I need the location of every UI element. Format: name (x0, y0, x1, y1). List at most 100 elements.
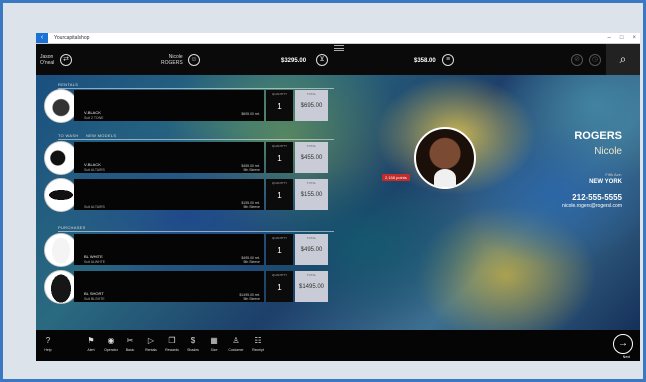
back-button[interactable]: ‹ (36, 33, 48, 43)
product-thumbnail (44, 178, 78, 212)
list-item[interactable]: BL SHORT Suit BLSHTE $1495.00 ret. 5th S… (44, 270, 334, 304)
item-total-box: TOTAL $695.00 (295, 90, 328, 121)
search-button[interactable]: ⌕ (606, 44, 640, 75)
list-item[interactable]: Suit ALTAIRS $155.00 ret. 5th Sleeve QUA… (44, 178, 334, 212)
section-divider (58, 139, 334, 140)
paid-total: $358.00 (414, 58, 436, 64)
product-thumbnail (44, 270, 78, 304)
item-extra: 5th Sleeve (243, 260, 260, 264)
shades-button[interactable]: $ Shades (183, 336, 203, 352)
quantity-label: QUANTITY (271, 92, 288, 96)
total-label: TOTAL (306, 92, 317, 96)
operator-button[interactable]: ◉ Operator (101, 336, 121, 352)
customer-user-icon[interactable]: ☺ (188, 54, 200, 66)
search-icon: ⌕ (619, 52, 627, 66)
item-total: $455.00 (300, 155, 323, 161)
customer-name-top[interactable]: Nicole ROGERS (161, 54, 183, 66)
basic-button[interactable]: ✂ Basic (120, 336, 140, 352)
item-total: $1495.00 (298, 284, 325, 290)
customer-button[interactable]: ♙ Customer (226, 336, 246, 352)
grid-icon: ▦ (210, 336, 218, 345)
main-content: RENTALS V-BLACK Suit 2 TONE $695.00 ret.… (36, 75, 640, 330)
scissors-icon: ✂ (126, 336, 134, 345)
maximize-button[interactable]: □ (620, 35, 624, 41)
customer-label: Customer (228, 348, 244, 352)
item-total: $155.00 (300, 192, 323, 198)
top-bar: Jason O'neal ⇄ Nicole ROGERS ☺ $3295.00 … (36, 44, 640, 75)
item-card[interactable]: Suit ALTAIRS $155.00 ret. 5th Sleeve (74, 179, 264, 210)
rewards-label: Rewards (165, 348, 179, 352)
item-name: V-BLACK (84, 162, 101, 167)
alert-button[interactable]: ⚑ Alert (81, 336, 101, 352)
loyalty-points-badge: 2,158 points (382, 174, 410, 181)
cart-icon[interactable]: ⊻ (316, 54, 328, 66)
item-price: $695.00 ret. (241, 112, 260, 116)
customer-address: Fifth Ave. (605, 172, 622, 177)
customer-phone: 212-555-5555 (572, 193, 622, 202)
title-bar: ‹ Yourcapitalshop – □ × (36, 33, 640, 44)
shades-label: Shades (187, 348, 199, 352)
menu-handle-icon[interactable] (334, 45, 344, 51)
close-button[interactable]: × (632, 35, 636, 41)
item-name: BL SHORT (84, 291, 104, 296)
list-item[interactable]: BL WHITE Suit ALWHTE $495.00 ret. 5th Sl… (44, 233, 334, 267)
item-subtitle: Suit 2 TONE (84, 116, 104, 120)
minimize-button[interactable]: – (608, 35, 611, 41)
section-divider (58, 231, 334, 232)
section-wash-label: TO WASH (58, 133, 79, 138)
receipt-button[interactable]: ☷ Receipt (248, 336, 268, 352)
quantity-box[interactable]: QUANTITY 1 (266, 179, 293, 210)
rentals-label: Rentals (145, 348, 157, 352)
item-card[interactable]: V-BLACK Suit 2 TONE $695.00 ret. (74, 90, 264, 121)
quantity-box[interactable]: QUANTITY 1 (266, 271, 293, 302)
operator-switch-icon[interactable]: ⇄ (60, 54, 72, 66)
operator-name[interactable]: Jason O'neal (40, 54, 54, 66)
customer-avatar[interactable] (414, 127, 476, 189)
quantity-box[interactable]: QUANTITY 1 (266, 234, 293, 265)
play-icon: ▷ (147, 336, 155, 345)
product-thumbnail (44, 233, 78, 267)
rentals-button[interactable]: ▷ Rentals (141, 336, 161, 352)
bottom-toolbar: ? Help ⚑ Alert ◉ Operator ✂ Basic ▷ Rentals ❐… (36, 330, 640, 361)
customer-email: nicole.rogers@rogersl.com (562, 203, 622, 209)
quantity-value: 1 (277, 246, 282, 255)
list-item[interactable]: V-BLACK Suit ALTAIRS $455.00 ret. 5th Sl… (44, 141, 334, 175)
quantity-value: 1 (277, 102, 282, 111)
cart-total: $3295.00 (281, 58, 307, 64)
total-label: TOTAL (306, 236, 317, 240)
payment-icon[interactable]: ≡ (442, 54, 454, 66)
quantity-value: 1 (277, 154, 282, 163)
item-card[interactable]: BL SHORT Suit BLSHTE $1495.00 ret. 5th S… (74, 271, 264, 302)
quantity-box[interactable]: QUANTITY 1 (266, 142, 293, 173)
item-extra: 5th Sleeve (243, 168, 260, 172)
history-icon[interactable]: ◷ (589, 54, 601, 66)
next-button[interactable]: → (613, 334, 633, 354)
help-button[interactable]: ? Help (38, 336, 58, 352)
help-icon: ? (45, 336, 51, 345)
customer-city: NEW YORK (589, 179, 622, 185)
item-total: $695.00 (300, 103, 323, 109)
item-card[interactable]: BL WHITE Suit ALWHTE $495.00 ret. 5th Sl… (74, 234, 264, 265)
customer-last-name-top: ROGERS (161, 60, 183, 66)
help-label: Help (44, 348, 52, 352)
list-item[interactable]: V-BLACK Suit 2 TONE $695.00 ret. QUANTIT… (44, 89, 334, 123)
customer-first-name: Nicole (594, 146, 622, 157)
item-total-box: TOTAL $495.00 (295, 234, 328, 265)
app-window: ‹ Yourcapitalshop – □ × Jason O'neal ⇄ N… (36, 33, 640, 361)
quantity-box[interactable]: QUANTITY 1 (266, 90, 293, 121)
quantity-value: 1 (277, 191, 282, 200)
quantity-label: QUANTITY (271, 236, 288, 240)
screenshot-frame: ‹ Yourcapitalshop – □ × Jason O'neal ⇄ N… (0, 0, 646, 382)
flag-icon: ⚑ (87, 336, 95, 345)
item-total: $495.00 (300, 247, 323, 253)
item-subtitle: Suit BLSHTE (84, 297, 105, 301)
total-label: TOTAL (306, 144, 317, 148)
disabled-action-icon[interactable]: ⊘ (571, 54, 583, 66)
product-thumbnail (44, 141, 78, 175)
receipt-label: Receipt (252, 348, 264, 352)
size-button[interactable]: ▦ Size (204, 336, 224, 352)
quantity-label: QUANTITY (271, 181, 288, 185)
item-card[interactable]: V-BLACK Suit ALTAIRS $455.00 ret. 5th Sl… (74, 142, 264, 173)
rewards-button[interactable]: ❐ Rewards (162, 336, 182, 352)
quantity-label: QUANTITY (271, 273, 288, 277)
